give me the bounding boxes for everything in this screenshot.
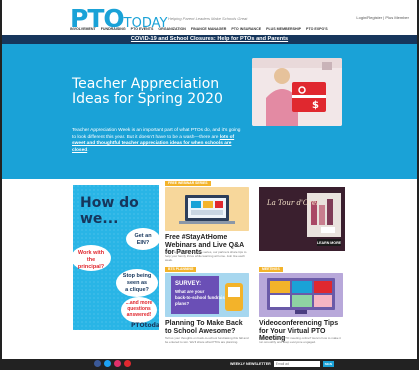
- nav-item-finance-manager[interactable]: FINANCE MANAGER: [191, 27, 227, 31]
- instagram-icon[interactable]: [114, 360, 121, 367]
- p-b1a: Get an: [134, 233, 152, 239]
- laptop-illustration: [165, 187, 249, 231]
- hero-banner: Teacher Appreciation Ideas for Spring 20…: [2, 44, 417, 179]
- card-text: In this special #StayAtHome series, our …: [165, 250, 247, 262]
- p-b2b: the: [87, 257, 95, 263]
- twitter-icon[interactable]: [104, 360, 111, 367]
- card-webinars[interactable]: FREE WEBINAR SERIES Free #StayAtHome Web…: [165, 181, 251, 265]
- nav-item-pto-expo-s[interactable]: PTO EXPO'S: [306, 27, 328, 31]
- card-tag: BTS PLANNING: [165, 267, 197, 272]
- social-links: [94, 360, 131, 367]
- sv-h: SURVEY:: [175, 281, 201, 287]
- site-footer: WEEKLY NEWSLETTER SIGN: [2, 359, 417, 368]
- p-b4c: answered!: [127, 312, 152, 318]
- newsletter-label: WEEKLY NEWSLETTER: [230, 361, 271, 366]
- nav-item-involvement[interactable]: INVOLVEMENT: [70, 27, 96, 31]
- site-header: PTOTODAY Helping Parent Leaders Make Sch…: [2, 0, 417, 35]
- card-tag: FREE WEBINAR SERIES: [165, 181, 211, 186]
- nav-item-pto-events[interactable]: PTO EVENTS: [131, 27, 154, 31]
- gift-card-illustration: $: [252, 58, 342, 126]
- tagline: Helping Parent Leaders Make Schools Grea…: [168, 16, 248, 21]
- survey-illustration: SURVEY: What are your back-to-school fun…: [165, 273, 249, 317]
- card-text: Holding your next PTO meeting online? He…: [259, 336, 341, 344]
- sv-q2: back-to-school fundraising: [175, 295, 232, 300]
- hero-body-text: Teacher Appreciation Week is an importan…: [72, 128, 241, 140]
- nav-item-organization[interactable]: ORGANIZATION: [158, 27, 185, 31]
- card-bts-planning[interactable]: BTS PLANNING SURVEY: What are your back-…: [165, 267, 251, 357]
- facebook-icon[interactable]: [94, 360, 101, 367]
- nav-item-pto-insurance[interactable]: PTO INSURANCE: [231, 27, 261, 31]
- meeting-image: [259, 273, 343, 317]
- newsletter-signup-button[interactable]: SIGN: [322, 360, 334, 367]
- sv-q3: plans?: [175, 301, 189, 306]
- survey-image: SURVEY: What are your back-to-school fun…: [165, 273, 249, 317]
- covid-alert-link[interactable]: COVID-19 and School Closures: Help for P…: [2, 35, 417, 44]
- hero-title[interactable]: Teacher Appreciation Ideas for Spring 20…: [72, 77, 242, 107]
- ad-cta: LEARN MORE: [317, 241, 342, 245]
- svg-text:$: $: [312, 100, 319, 111]
- p-line2: we...: [80, 211, 118, 227]
- webinar-image: [165, 187, 249, 231]
- p-b3c: a clique?: [125, 287, 149, 293]
- ad-brand: La Tour d'Orel: [266, 199, 318, 207]
- content-grid: How do we... Get an EIN? Work with the p…: [2, 179, 417, 359]
- card-meetings[interactable]: MEETINGS Videoconferencing Tips for Your…: [259, 267, 345, 357]
- sv-q1: What are your: [175, 289, 205, 294]
- ad-banner: La Tour d'Orel LEARN MORE: [259, 187, 345, 251]
- nav-item-plus-membership[interactable]: PLUS MEMBERSHIP: [266, 27, 301, 31]
- main-nav: INVOLVEMENT FUNDRAISING PTO EVENTS ORGANIZA…: [70, 27, 328, 31]
- card-title[interactable]: Planning To Make Back to School Awesome?: [165, 320, 251, 335]
- p-b3b: seen as: [127, 280, 147, 286]
- youtube-icon[interactable]: [124, 360, 131, 367]
- card-text: Tell us your thoughts on back-to-school …: [165, 336, 249, 344]
- card-tag: MEETINGS: [259, 267, 283, 272]
- auth-links[interactable]: Login/Register | Plus Member: [356, 15, 409, 20]
- hero-body-end: .: [87, 147, 89, 153]
- newsletter-email-input[interactable]: [273, 360, 320, 367]
- newsletter-signup: WEEKLY NEWSLETTER SIGN: [230, 359, 334, 368]
- nav-item-fundraising[interactable]: FUNDRAISING: [101, 27, 126, 31]
- p-brand: PTOtoday: [131, 322, 159, 329]
- p-line1: How do: [80, 195, 139, 211]
- videoconference-illustration: [259, 273, 343, 317]
- p-b3a: Stop being: [123, 273, 151, 279]
- p-b1b: EIN?: [137, 240, 150, 246]
- hero-body: Teacher Appreciation Week is an importan…: [72, 128, 242, 154]
- p-b2a: Work with: [78, 250, 105, 256]
- faq-promo-graphic: How do we... Get an EIN? Work with the p…: [73, 185, 159, 330]
- p-b2c: principal?: [78, 264, 105, 270]
- hero-image[interactable]: $: [252, 58, 342, 126]
- card-advertisement[interactable]: La Tour d'Orel LEARN MORE: [259, 187, 345, 251]
- faq-promo[interactable]: How do we... Get an EIN? Work with the p…: [73, 185, 159, 330]
